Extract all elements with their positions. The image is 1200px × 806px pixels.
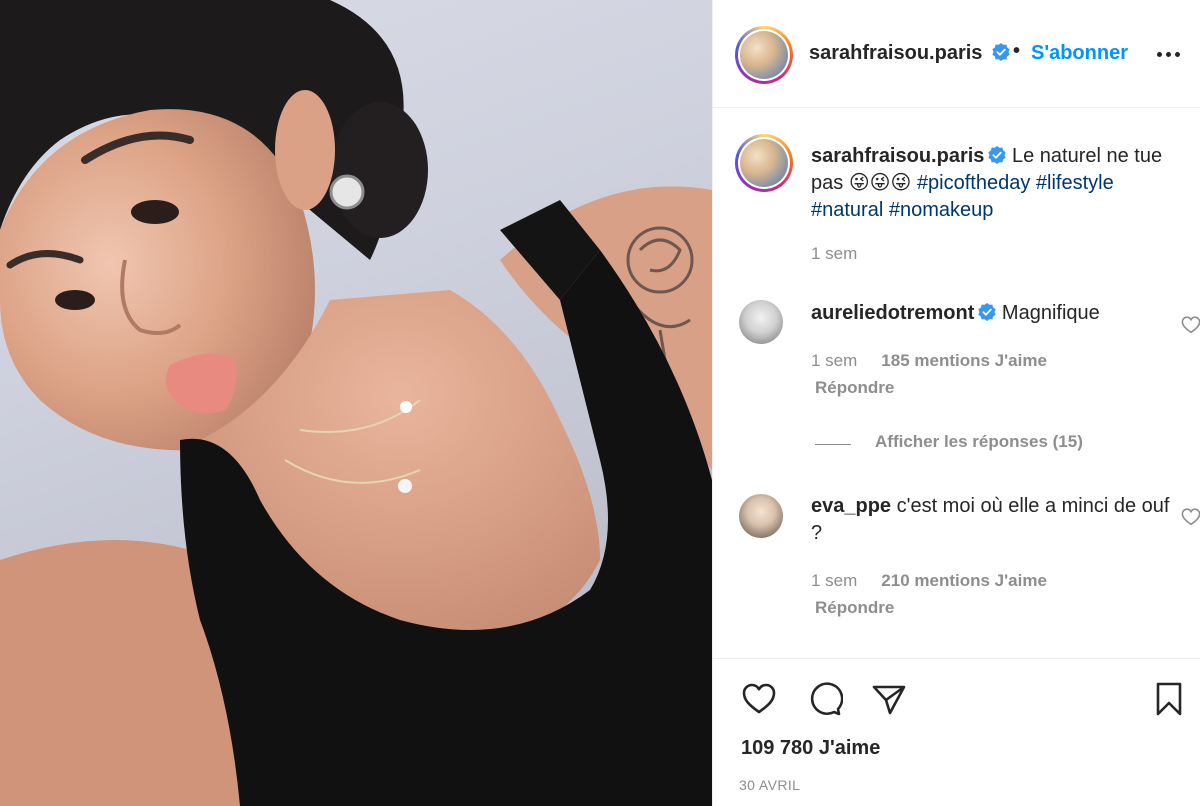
hashtag[interactable]: #lifestyle bbox=[1036, 172, 1114, 194]
post-actions: 109 780 J'aime 30 AVRIL bbox=[713, 658, 1200, 806]
selfie-illustration bbox=[0, 0, 712, 806]
reply-button[interactable]: Répondre bbox=[815, 598, 894, 618]
post-sidebar: sarahfraisou.paris • S'abonner sarahfrai… bbox=[712, 0, 1200, 806]
comment-timestamp[interactable]: 1 sem bbox=[811, 351, 857, 370]
comment-text: eva_ppe c'est moi où elle a minci de ouf… bbox=[811, 493, 1171, 547]
follow-button[interactable]: S'abonner bbox=[1031, 42, 1128, 65]
author-username-row: sarahfraisou.paris bbox=[809, 42, 1010, 65]
verified-badge-icon bbox=[992, 43, 1010, 61]
caption-time: 1 sem bbox=[811, 244, 857, 264]
likes-count[interactable]: 109 780 J'aime bbox=[741, 737, 880, 760]
verified-badge-icon bbox=[978, 303, 996, 321]
caption-username[interactable]: sarahfraisou.paris bbox=[811, 145, 984, 167]
paper-plane-icon[interactable] bbox=[871, 681, 907, 717]
comment-username[interactable]: aureliedotremont bbox=[811, 302, 974, 324]
comment-text: aureliedotremont Magnifique bbox=[811, 300, 1171, 327]
view-replies-button[interactable]: Afficher les réponses (15) bbox=[875, 432, 1083, 452]
heart-icon[interactable] bbox=[741, 681, 777, 717]
comment-timestamp[interactable]: 1 sem bbox=[811, 571, 857, 590]
heart-icon[interactable] bbox=[1181, 508, 1200, 526]
replies-divider bbox=[815, 444, 851, 445]
comment-body: Magnifique bbox=[1001, 302, 1100, 324]
reply-button[interactable]: Répondre bbox=[815, 378, 894, 398]
comment-meta: 1 sem 185 mentions J'aime bbox=[811, 351, 1047, 371]
caption-emojis: 😜😜😜 bbox=[848, 172, 912, 194]
bookmark-icon[interactable] bbox=[1151, 681, 1187, 717]
hashtag[interactable]: #natural bbox=[811, 199, 883, 221]
author-avatar[interactable] bbox=[735, 26, 793, 84]
comment-bubble-icon[interactable] bbox=[807, 681, 843, 717]
caption-timestamp[interactable]: 1 sem bbox=[811, 244, 857, 263]
hashtag[interactable]: #nomakeup bbox=[889, 199, 994, 221]
comment-likes[interactable]: 185 mentions J'aime bbox=[881, 351, 1047, 370]
comment-meta: 1 sem 210 mentions J'aime bbox=[811, 571, 1047, 591]
comment-username[interactable]: eva_ppe bbox=[811, 495, 891, 517]
heart-icon[interactable] bbox=[1181, 316, 1200, 334]
post-photo[interactable] bbox=[0, 0, 712, 806]
instagram-post: sarahfraisou.paris • S'abonner sarahfrai… bbox=[0, 0, 1200, 806]
verified-badge-icon bbox=[988, 146, 1007, 164]
hashtag[interactable]: #picoftheday bbox=[917, 172, 1030, 194]
header-separator: • bbox=[1013, 40, 1021, 62]
commenter-avatar[interactable] bbox=[739, 300, 783, 344]
commenter-avatar[interactable] bbox=[739, 494, 783, 538]
post-date: 30 AVRIL bbox=[739, 777, 801, 793]
more-horizontal-icon[interactable] bbox=[1157, 44, 1181, 64]
caption-text: sarahfraisou.paris Le naturel ne tue pas… bbox=[811, 143, 1171, 224]
comment-likes[interactable]: 210 mentions J'aime bbox=[881, 571, 1047, 590]
post-header: sarahfraisou.paris • S'abonner bbox=[713, 0, 1200, 108]
comments-section: sarahfraisou.paris Le naturel ne tue pas… bbox=[713, 108, 1200, 658]
author-username[interactable]: sarahfraisou.paris bbox=[809, 42, 982, 64]
caption-avatar[interactable] bbox=[735, 134, 793, 192]
